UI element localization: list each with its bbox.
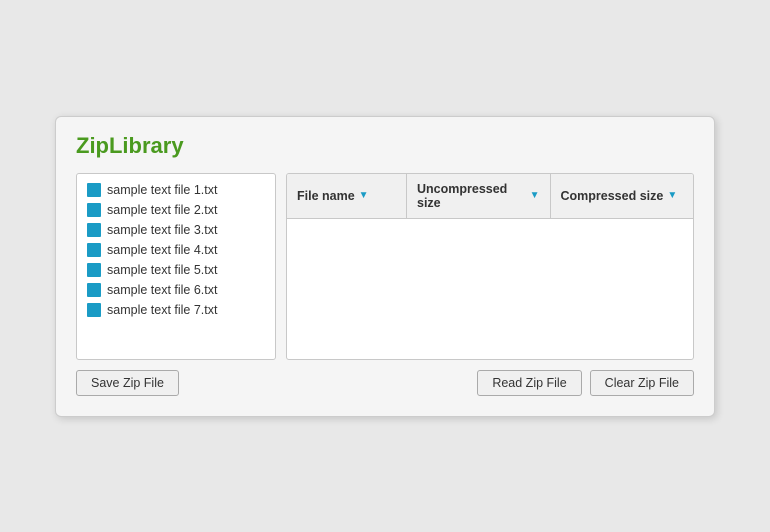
column-compressed[interactable]: Compressed size ▼	[551, 174, 694, 218]
table-header: File name ▼ Uncompressed size ▼ Compress…	[287, 174, 693, 219]
table-panel: File name ▼ Uncompressed size ▼ Compress…	[286, 173, 694, 360]
file-icon	[87, 303, 101, 317]
filter-icon-compressed: ▼	[667, 190, 677, 201]
filter-icon-filename: ▼	[359, 190, 369, 201]
column-compressed-label: Compressed size	[561, 189, 664, 203]
list-item[interactable]: sample text file 6.txt	[81, 280, 271, 300]
column-filename[interactable]: File name ▼	[287, 174, 407, 218]
list-item[interactable]: sample text file 1.txt	[81, 180, 271, 200]
file-name-label: sample text file 5.txt	[107, 263, 217, 277]
action-btns-wrap: Read Zip File Clear Zip File	[276, 370, 694, 396]
file-name-label: sample text file 4.txt	[107, 243, 217, 257]
list-item[interactable]: sample text file 2.txt	[81, 200, 271, 220]
file-name-label: sample text file 3.txt	[107, 223, 217, 237]
file-icon	[87, 243, 101, 257]
file-icon	[87, 183, 101, 197]
file-name-label: sample text file 1.txt	[107, 183, 217, 197]
list-item[interactable]: sample text file 7.txt	[81, 300, 271, 320]
bottom-row: Save Zip File Read Zip File Clear Zip Fi…	[76, 370, 694, 396]
read-zip-button[interactable]: Read Zip File	[477, 370, 581, 396]
filter-icon-uncompressed: ▼	[530, 190, 540, 201]
file-list-panel: sample text file 1.txt sample text file 2…	[76, 173, 276, 360]
panel-body: sample text file 1.txt sample text file 2…	[76, 173, 694, 360]
file-name-label: sample text file 6.txt	[107, 283, 217, 297]
file-icon	[87, 283, 101, 297]
save-zip-button[interactable]: Save Zip File	[76, 370, 179, 396]
file-name-label: sample text file 2.txt	[107, 203, 217, 217]
file-name-label: sample text file 7.txt	[107, 303, 217, 317]
column-uncompressed[interactable]: Uncompressed size ▼	[407, 174, 551, 218]
list-item[interactable]: sample text file 5.txt	[81, 260, 271, 280]
clear-zip-button[interactable]: Clear Zip File	[590, 370, 694, 396]
column-filename-label: File name	[297, 189, 355, 203]
file-icon	[87, 203, 101, 217]
file-icon	[87, 223, 101, 237]
list-item[interactable]: sample text file 4.txt	[81, 240, 271, 260]
column-uncompressed-label: Uncompressed size	[417, 182, 526, 210]
table-body	[287, 219, 693, 359]
save-btn-wrap: Save Zip File	[76, 370, 276, 396]
main-panel: ZipLibrary sample text file 1.txtsample …	[55, 116, 715, 417]
file-icon	[87, 263, 101, 277]
panel-title: ZipLibrary	[76, 133, 694, 159]
list-item[interactable]: sample text file 3.txt	[81, 220, 271, 240]
